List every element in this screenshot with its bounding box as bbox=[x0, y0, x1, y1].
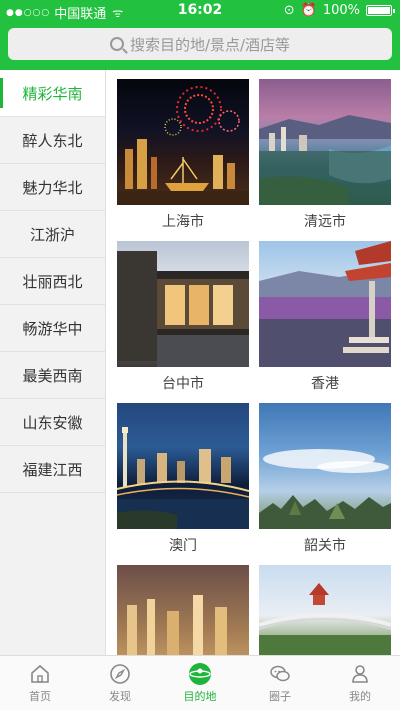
tab-circle[interactable]: 圈子 bbox=[240, 656, 320, 710]
sidebar-item-label: 醉人东北 bbox=[22, 131, 83, 150]
battery-percent: 100% bbox=[322, 3, 360, 18]
destination-photo bbox=[117, 79, 249, 205]
destination-card-hongkong[interactable]: 香港 bbox=[259, 241, 391, 393]
tab-label: 我的 bbox=[349, 690, 371, 703]
destination-photo bbox=[259, 565, 391, 655]
home-icon bbox=[31, 664, 49, 683]
compass-icon bbox=[110, 664, 130, 684]
destination-card-row4-left[interactable] bbox=[117, 565, 249, 655]
search-bar[interactable]: 搜索目的地/景点/酒店等 bbox=[8, 28, 392, 60]
status-bar: ●●○○○ 中国联通 ᯤ 16:02 ⊙ ⏰ 100% bbox=[0, 0, 400, 22]
sidebar-item-north-china[interactable]: 魅力华北 bbox=[0, 164, 105, 211]
search-icon bbox=[109, 37, 124, 51]
sidebar-item-label: 畅游华中 bbox=[22, 319, 83, 338]
tab-label: 首页 bbox=[29, 690, 51, 703]
destination-icon bbox=[189, 663, 211, 685]
sidebar-item-label: 福建江西 bbox=[22, 460, 83, 479]
night-bridge-image bbox=[117, 427, 249, 529]
fireworks-skyline-image bbox=[117, 86, 249, 205]
destination-card-shaoguan[interactable]: 韶关市 bbox=[259, 403, 391, 555]
destination-card-shanghai[interactable]: 上海市 bbox=[117, 79, 249, 231]
destination-name: 台中市 bbox=[162, 376, 204, 392]
sidebar-item-northeast[interactable]: 醉人东北 bbox=[0, 117, 105, 164]
destination-photo bbox=[259, 403, 391, 529]
city-river-image bbox=[259, 115, 391, 205]
sidebar-item-shandong-anhui[interactable]: 山东安徽 bbox=[0, 399, 105, 446]
region-sidebar: 精彩华南 醉人东北 魅力华北 江浙沪 壮丽西北 畅游华中 最美西南 山东安徽 福… bbox=[0, 70, 106, 655]
bottom-tab-bar: 首页 发现 目的地 圈子 我的 bbox=[0, 655, 400, 710]
sidebar-item-label: 精彩华南 bbox=[22, 84, 83, 103]
sidebar-item-central-china[interactable]: 畅游华中 bbox=[0, 305, 105, 352]
sidebar-item-label: 江浙沪 bbox=[29, 225, 75, 244]
destination-name: 清远市 bbox=[304, 214, 346, 230]
tab-destination[interactable]: 目的地 bbox=[160, 656, 240, 710]
orientation-lock-icon: ⊙ bbox=[283, 3, 295, 18]
destination-photo bbox=[117, 403, 249, 529]
chat-icon bbox=[270, 665, 290, 682]
sidebar-item-southwest[interactable]: 最美西南 bbox=[0, 352, 105, 399]
destination-card-taizhong[interactable]: 台中市 bbox=[117, 241, 249, 393]
destination-photo bbox=[259, 79, 391, 205]
destination-grid: 上海市 清远市 台中市 香港 澳门 韶关市 bbox=[106, 70, 400, 655]
search-placeholder: 搜索目的地/景点/酒店等 bbox=[129, 35, 291, 54]
destination-name: 香港 bbox=[311, 376, 339, 392]
modern-house-image bbox=[117, 251, 249, 367]
tab-label: 目的地 bbox=[183, 690, 217, 703]
destination-name: 上海市 bbox=[162, 214, 204, 230]
sidebar-item-label: 最美西南 bbox=[22, 366, 83, 385]
sidebar-item-label: 壮丽西北 bbox=[22, 272, 83, 291]
sidebar-item-label: 山东安徽 bbox=[22, 413, 83, 432]
destination-name: 韶关市 bbox=[304, 538, 346, 554]
destination-photo bbox=[259, 241, 391, 367]
profile-icon bbox=[352, 665, 368, 683]
tab-discover[interactable]: 发现 bbox=[80, 656, 160, 710]
sidebar-item-south-china[interactable]: 精彩华南 bbox=[0, 70, 105, 117]
sidebar-item-northwest[interactable]: 壮丽西北 bbox=[0, 258, 105, 305]
rooftop-pool-image bbox=[259, 241, 391, 367]
sidebar-item-jiangzhehu[interactable]: 江浙沪 bbox=[0, 211, 105, 258]
battery-icon bbox=[366, 5, 395, 16]
city-aerial-image bbox=[127, 595, 227, 655]
top-bar: ●●○○○ 中国联通 ᯤ 16:02 ⊙ ⏰ 100% 搜索目的地/景点/酒店等 bbox=[0, 0, 400, 70]
sidebar-item-label: 魅力华北 bbox=[22, 178, 83, 197]
garden-bridge-image bbox=[259, 583, 391, 655]
destination-photo bbox=[117, 241, 249, 367]
sidebar-item-fujian-jiangxi[interactable]: 福建江西 bbox=[0, 446, 105, 493]
tab-mine[interactable]: 我的 bbox=[320, 656, 400, 710]
alarm-icon: ⏰ bbox=[300, 3, 317, 18]
destination-photo bbox=[117, 565, 249, 655]
destination-card-row4-right[interactable] bbox=[259, 565, 391, 655]
tab-label: 发现 bbox=[109, 690, 131, 703]
mountain-sky-image bbox=[259, 449, 391, 529]
destination-name: 澳门 bbox=[169, 538, 197, 554]
destination-card-macau[interactable]: 澳门 bbox=[117, 403, 249, 555]
tab-home[interactable]: 首页 bbox=[0, 656, 80, 710]
tab-label: 圈子 bbox=[269, 690, 291, 703]
destination-card-qingyuan[interactable]: 清远市 bbox=[259, 79, 391, 231]
